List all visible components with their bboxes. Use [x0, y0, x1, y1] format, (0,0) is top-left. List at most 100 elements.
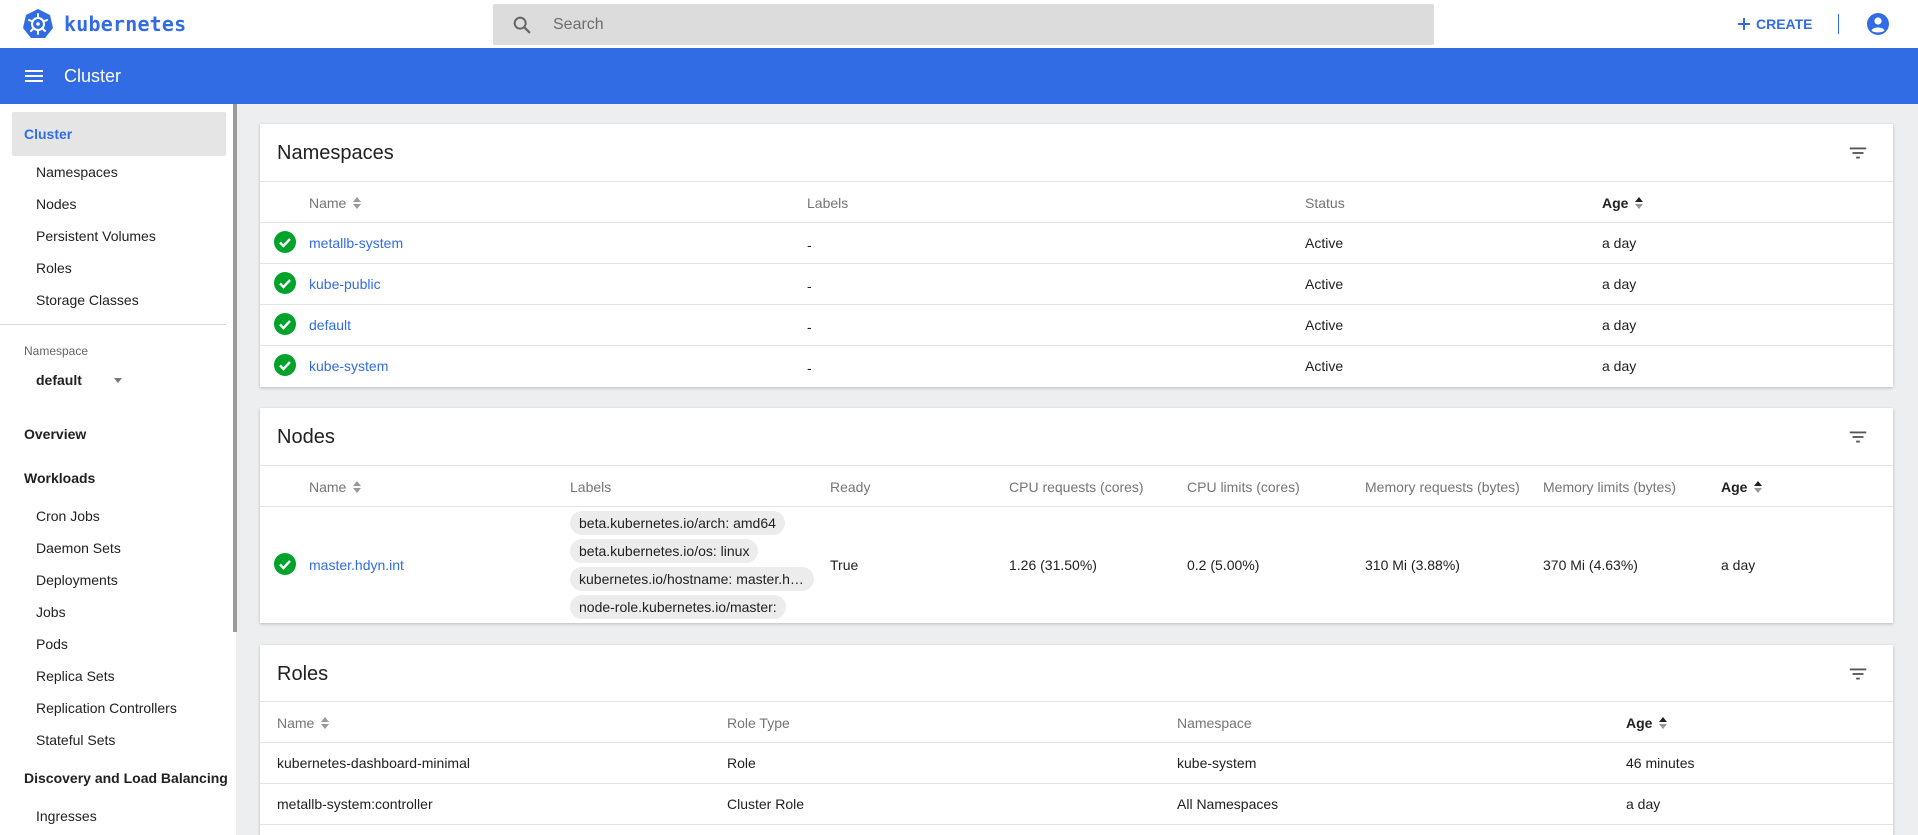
row-divider	[260, 263, 1893, 264]
sidebar-item-deployments[interactable]: Deployments	[36, 572, 118, 588]
role-name[interactable]: metallb-system:controller	[277, 796, 433, 812]
column-header-age[interactable]: Age	[1721, 479, 1763, 495]
column-header-label: Name	[277, 715, 315, 731]
namespace-value: default	[36, 372, 82, 388]
node-memory-requests: 310 Mi (3.88%)	[1365, 557, 1460, 573]
account-icon[interactable]	[1866, 12, 1890, 36]
node-memory-limits: 370 Mi (4.63%)	[1543, 557, 1638, 573]
caret-down-icon	[114, 378, 122, 383]
sort-icon	[1659, 717, 1668, 729]
column-header-age[interactable]: Age	[1626, 715, 1668, 731]
check-circle-icon	[274, 553, 296, 575]
sidebar-divider	[0, 324, 226, 325]
sidebar-item-replica-sets[interactable]: Replica Sets	[36, 668, 115, 684]
column-header-memory-requests: Memory requests (bytes)	[1365, 479, 1520, 495]
sort-icon	[1754, 481, 1763, 493]
sidebar-item-ingresses[interactable]: Ingresses	[36, 808, 97, 824]
column-header-label: Age	[1626, 715, 1653, 731]
row-divider	[260, 345, 1893, 346]
sidebar-item-daemon-sets[interactable]: Daemon Sets	[36, 540, 121, 556]
sidebar-item-storage-classes[interactable]: Storage Classes	[36, 292, 139, 308]
column-header-status: Status	[1305, 195, 1345, 211]
sidebar-item-discovery[interactable]: Discovery and Load Balancing	[24, 770, 228, 786]
label-chip: node-role.kubernetes.io/master:	[570, 595, 786, 619]
column-header-role-type: Role Type	[727, 715, 790, 731]
sidebar-item-persistent-volumes[interactable]: Persistent Volumes	[36, 228, 156, 244]
check-circle-icon	[274, 272, 296, 294]
namespace-age: a day	[1602, 276, 1637, 292]
filter-icon[interactable]	[1847, 426, 1869, 448]
sidebar-item-stateful-sets[interactable]: Stateful Sets	[36, 732, 115, 748]
namespace-status: Active	[1305, 317, 1344, 333]
header-divider	[260, 181, 1893, 182]
create-label: CREATE	[1756, 16, 1813, 32]
namespace-label: Namespace	[24, 344, 89, 358]
sidebar-item-replication-controllers[interactable]: Replication Controllers	[36, 700, 177, 716]
sidebar-item-workloads[interactable]: Workloads	[24, 470, 95, 486]
role-name[interactable]: kubernetes-dashboard-minimal	[277, 755, 470, 771]
role-type: Cluster Role	[727, 796, 805, 812]
row-divider	[260, 304, 1893, 305]
namespace-age: a day	[1602, 358, 1637, 374]
nodes-title: Nodes	[277, 426, 335, 448]
sidebar-item-pods[interactable]: Pods	[36, 636, 68, 652]
create-button[interactable]: CREATE	[1736, 12, 1813, 36]
sidebar-item-nodes[interactable]: Nodes	[36, 196, 76, 212]
namespace-status: Active	[1305, 276, 1344, 292]
roles-title: Roles	[277, 663, 329, 685]
node-link[interactable]: master.hdyn.int	[309, 557, 404, 573]
column-header-labels: Labels	[570, 479, 612, 495]
check-circle-icon	[274, 313, 296, 335]
top-bar: kubernetes CREATE	[0, 0, 1918, 48]
toolbar-divider	[1838, 14, 1839, 34]
sort-icon	[1635, 197, 1644, 209]
label-chip: kubernetes.io/hostname: master.hdyn.int	[570, 567, 814, 591]
sidebar-item-jobs[interactable]: Jobs	[36, 604, 66, 620]
row-divider	[260, 506, 1893, 507]
column-header-name[interactable]: Name	[309, 195, 362, 211]
kubernetes-logo-icon[interactable]	[22, 8, 54, 40]
check-circle-icon	[274, 354, 296, 376]
column-header-label: Name	[309, 195, 347, 211]
sidebar-item-namespaces[interactable]: Namespaces	[36, 164, 118, 180]
sort-icon	[353, 197, 362, 209]
sidebar-item-cluster[interactable]: Cluster	[24, 126, 72, 142]
sidebar-item-roles[interactable]: Roles	[36, 260, 72, 276]
filter-icon[interactable]	[1847, 663, 1869, 685]
page-header: Cluster	[0, 48, 1918, 104]
namespace-link[interactable]: metallb-system	[309, 235, 403, 251]
brand-name[interactable]: kubernetes	[64, 12, 186, 36]
column-header-name[interactable]: Name	[309, 479, 362, 495]
roles-card: Roles Name Role Type Namespace Age kuber…	[260, 645, 1893, 835]
column-header-memory-limits: Memory limits (bytes)	[1543, 479, 1677, 495]
search-input[interactable]	[553, 4, 1413, 45]
nodes-card: Nodes Name Labels Ready CPU requests (co…	[260, 408, 1893, 623]
namespace-labels: -	[807, 278, 812, 294]
filter-icon[interactable]	[1847, 142, 1869, 164]
column-header-label: Age	[1602, 195, 1629, 211]
page-title: Cluster	[64, 66, 122, 86]
namespace-status: Active	[1305, 235, 1344, 251]
row-divider	[260, 222, 1893, 223]
role-age: 46 minutes	[1626, 755, 1695, 771]
sort-icon	[321, 717, 330, 729]
column-header-age[interactable]: Age	[1602, 195, 1644, 211]
namespace-link[interactable]: kube-public	[309, 276, 381, 292]
label-chip: beta.kubernetes.io/os: linux	[570, 539, 759, 563]
menu-icon[interactable]	[22, 64, 46, 88]
namespace-select[interactable]: default	[36, 372, 122, 388]
sidebar-item-overview[interactable]: Overview	[24, 426, 86, 442]
role-namespace: kube-system	[1177, 755, 1257, 771]
sidebar-scrollbar[interactable]	[233, 104, 237, 632]
header-divider	[260, 701, 1893, 702]
column-header-namespace: Namespace	[1177, 715, 1252, 731]
column-header-name[interactable]: Name	[277, 715, 330, 731]
search-bar	[493, 4, 1434, 45]
namespace-link[interactable]: default	[309, 317, 351, 333]
role-type: Role	[727, 755, 756, 771]
sidebar-item-cron-jobs[interactable]: Cron Jobs	[36, 508, 100, 524]
column-header-ready: Ready	[830, 479, 871, 495]
sidebar: Cluster Namespaces Nodes Persistent Volu…	[0, 104, 236, 835]
namespace-link[interactable]: kube-system	[309, 358, 388, 374]
column-header-label: Age	[1721, 479, 1748, 495]
